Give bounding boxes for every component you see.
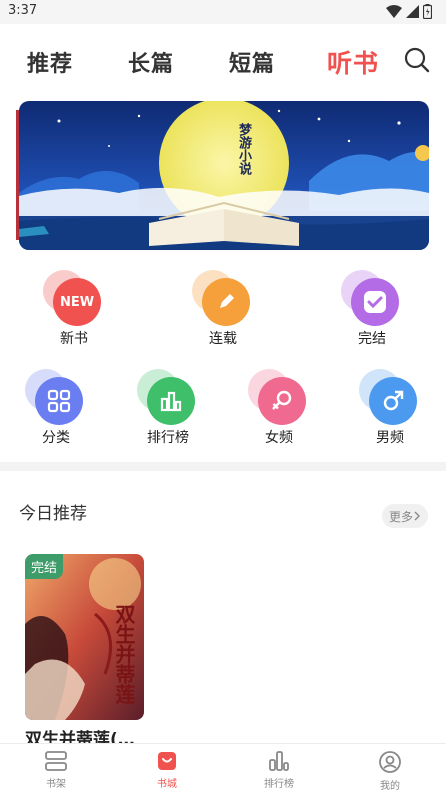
banner-carousel[interactable]: 梦游小说	[19, 101, 429, 250]
top-tab-bar: 推荐 长篇 短篇 听书	[0, 24, 446, 98]
bottom-nav: 书架 书城 排行榜 我的	[0, 743, 446, 793]
feature-label: 分类	[42, 430, 70, 446]
feature-male[interactable]: 男频	[359, 369, 421, 447]
feature-completed[interactable]: 完结	[341, 270, 403, 348]
feature-ranking[interactable]: 排行榜	[137, 369, 199, 447]
wifi-icon	[386, 4, 402, 18]
tab-short[interactable]: 短篇	[229, 46, 275, 78]
feature-label: 新书	[60, 331, 88, 347]
bottom-nav-profile[interactable]: 我的	[360, 750, 420, 792]
female-icon	[248, 369, 310, 425]
grid-icon	[25, 369, 87, 425]
check-icon	[341, 270, 403, 326]
more-label: 更多	[388, 509, 413, 524]
status-badge: 完结	[25, 554, 64, 579]
status-bar: 3:37	[0, 0, 446, 24]
bottom-nav-label: 书城	[157, 779, 177, 790]
feature-label: 连载	[209, 331, 237, 347]
book-card[interactable]: 双生并蒂莲 完结 双生并蒂莲(…	[25, 554, 145, 750]
chevron-right-icon	[414, 511, 420, 521]
bottom-nav-label: 书架	[46, 779, 66, 790]
status-time: 3:37	[8, 3, 38, 18]
tab-long[interactable]: 长篇	[128, 46, 174, 78]
feature-label: 女频	[265, 430, 293, 446]
feature-label: 男频	[376, 430, 404, 446]
search-icon[interactable]	[404, 46, 430, 74]
more-button[interactable]: 更多	[382, 504, 428, 528]
tab-audiobook[interactable]: 听书	[327, 44, 379, 80]
bottom-nav-bookshelf[interactable]: 书架	[26, 750, 86, 790]
book-cover-title: 双生并蒂莲	[112, 604, 136, 704]
feature-new-books[interactable]: NEW 新书	[43, 270, 105, 348]
feature-label: 完结	[358, 331, 386, 347]
book-cover: 双生并蒂莲 完结	[25, 554, 144, 720]
bookshelf-icon	[45, 751, 67, 771]
profile-icon	[379, 751, 401, 773]
bottom-nav-label: 我的	[380, 781, 400, 792]
signal-icon	[406, 5, 419, 18]
tab-recommend[interactable]: 推荐	[27, 46, 73, 78]
male-icon	[359, 369, 421, 425]
pencil-icon	[192, 270, 254, 326]
bookstore-icon	[158, 752, 176, 770]
bottom-nav-bookstore[interactable]: 书城	[137, 750, 197, 790]
banner-image	[19, 101, 429, 250]
bottom-nav-ranking[interactable]: 排行榜	[249, 750, 309, 790]
section-divider	[0, 462, 446, 471]
feature-label: 排行榜	[147, 430, 189, 446]
battery-icon	[423, 4, 432, 19]
status-icons	[386, 4, 432, 19]
feature-category[interactable]: 分类	[25, 369, 87, 447]
section-title: 今日推荐	[19, 504, 87, 524]
ranking-icon	[269, 751, 289, 771]
new-icon: NEW	[43, 270, 105, 326]
bottom-nav-label: 排行榜	[264, 779, 294, 790]
feature-female[interactable]: 女频	[248, 369, 310, 447]
banner-title: 梦游小说	[236, 123, 251, 175]
feature-serializing[interactable]: 连载	[192, 270, 254, 348]
bar-chart-icon	[137, 369, 199, 425]
